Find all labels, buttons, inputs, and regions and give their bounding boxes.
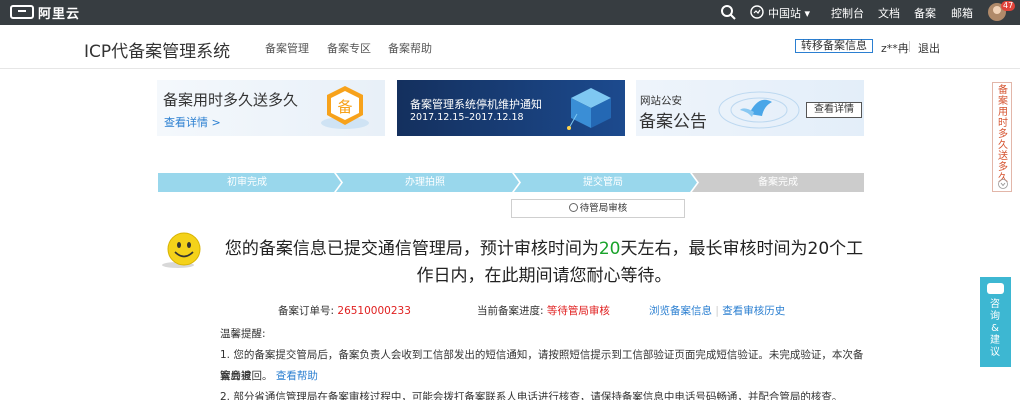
tips-line-1b: 管局退回。 查看帮助 — [220, 366, 870, 387]
chevron-down-icon — [998, 179, 1008, 189]
banner-subtitle: 备案公告 — [639, 112, 707, 132]
progress-label: 当前备案进度: — [477, 305, 544, 317]
aliyun-logo[interactable]: 阿里云 — [10, 3, 81, 22]
step-photo: 办理拍照 — [405, 177, 445, 188]
consult-side-text: 咨询&建议 — [990, 299, 1000, 358]
message-days: 20 — [598, 239, 621, 259]
view-review-history-link[interactable]: 查看审核历史 — [722, 305, 785, 317]
nav-beian-manage[interactable]: 备案管理 — [265, 40, 309, 56]
aliyun-logo-icon — [10, 5, 34, 19]
top-navbar: 阿里云 中国站 ▾ 控制台 文档 备案 邮箱 47 — [0, 0, 1020, 25]
banner-title: 备案用时多久送多久 — [163, 91, 299, 109]
link-separator: | — [715, 305, 719, 317]
globe-icon — [750, 5, 764, 19]
progress-steps: 初审完成 办理拍照 提交管局 备案完成 — [158, 173, 864, 192]
banner-maintenance[interactable]: 备案管理系统停机维护通知 2017.12.15–2017.12.18 — [397, 80, 625, 136]
order-number: 备案订单号: 26510000233 — [278, 303, 411, 318]
tips-line-2: 2. 部分省通信管理局在备案审核过程中，可能会拨打备案联系人电话进行核查，请保持… — [220, 391, 843, 400]
banner-subtitle: 2017.12.15–2017.12.18 — [410, 112, 524, 123]
mail-link[interactable]: 邮箱 — [951, 5, 973, 21]
message-part1: 您的备案信息已提交通信管理局，预计审核时间为 — [224, 239, 599, 259]
smiley-icon — [162, 232, 201, 268]
notification-badge: 47 — [1001, 1, 1016, 11]
region-select[interactable]: 中国站 ▾ — [768, 5, 810, 21]
banner-promo[interactable]: 备案用时多久送多久 查看详情 > 备 — [157, 80, 385, 136]
username[interactable]: z**冉 — [881, 40, 909, 56]
divider — [909, 41, 910, 52]
clock-icon — [568, 203, 578, 212]
progress-value: 等待管局审核 — [546, 305, 610, 317]
page-title: ICP代备案管理系统 — [84, 42, 231, 62]
tips-line-1b-text: 管局退回。 — [220, 370, 273, 382]
banner-title: 备案管理系统停机维护通知 — [410, 98, 542, 111]
docs-link[interactable]: 文档 — [878, 5, 900, 21]
nav-beian-help[interactable]: 备案帮助 — [388, 40, 432, 56]
promo-side-text: 备案用时多久送多久 — [998, 85, 1008, 184]
chat-icon — [987, 283, 1004, 294]
view-help-link[interactable]: 查看帮助 — [276, 370, 318, 382]
nav-beian-zone[interactable]: 备案专区 — [327, 40, 371, 56]
step-complete: 备案完成 — [758, 177, 798, 188]
view-details-button[interactable]: 查看详情 — [806, 102, 862, 118]
page-header: ICP代备案管理系统 备案管理 备案专区 备案帮助 转移备案信息 z**冉 退出 — [0, 25, 1020, 69]
announcement-illustration-icon — [718, 91, 800, 129]
server-cube-icon — [567, 88, 611, 130]
status-message: 您的备案信息已提交通信管理局，预计审核时间为20天左右，最长审核时间为20个工作… — [218, 236, 870, 290]
transfer-beian-button[interactable]: 转移备案信息 — [795, 39, 873, 53]
consult-side-tab[interactable]: 咨询&建议 — [980, 277, 1011, 367]
info-links: 浏览备案信息 | 查看审核历史 — [649, 303, 785, 318]
order-label: 备案订单号: — [278, 305, 335, 317]
svg-text:备: 备 — [337, 98, 352, 116]
order-value: 26510000233 — [337, 305, 411, 317]
search-icon[interactable] — [720, 4, 736, 20]
tips-heading: 温馨提醒: — [220, 328, 266, 340]
progress-info: 当前备案进度: 等待管局审核 — [477, 303, 610, 318]
status-label: 待管局审核 — [579, 203, 628, 214]
beian-link[interactable]: 备案 — [914, 5, 936, 21]
beian-seal-icon: 备 — [321, 86, 369, 129]
step-submit-bureau: 提交管局 — [583, 177, 623, 188]
region-label: 中国站 — [768, 7, 801, 20]
step-initial-review: 初审完成 — [227, 177, 267, 188]
logo-text: 阿里云 — [38, 6, 81, 22]
view-beian-info-link[interactable]: 浏览备案信息 — [649, 305, 712, 317]
console-link[interactable]: 控制台 — [831, 5, 864, 21]
promo-side-tab[interactable]: 备案用时多久送多久 — [992, 82, 1012, 192]
logout-link[interactable]: 退出 — [918, 40, 940, 56]
banner-link[interactable]: 查看详情 > — [164, 114, 221, 130]
status-badge: 待管局审核 — [511, 199, 685, 218]
banner-title: 网站公安 — [640, 95, 682, 107]
banner-announcement[interactable]: 网站公安 备案公告 查看详情 — [636, 80, 864, 136]
chevron-down-icon: ▾ — [804, 7, 811, 20]
